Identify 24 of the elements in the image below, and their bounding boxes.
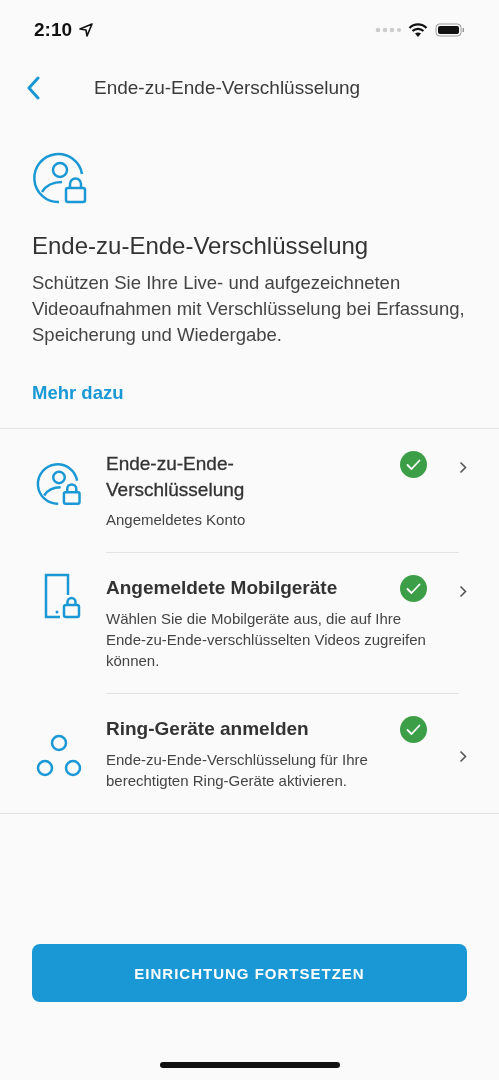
user-lock-icon: [32, 150, 88, 206]
battery-icon: [435, 23, 465, 37]
chevron-right-icon: [459, 585, 467, 598]
phone-lock-icon: [44, 573, 82, 619]
setup-step-item[interactable]: Angemeldete Mobilgeräte Wählen Sie die Mobilgeräte aus, die auf Ihre Ende-zu-Ende-verschlüsselten Videos zugreifen können.: [0, 553, 499, 694]
signal-icon: [375, 27, 401, 33]
step-title: Ende-zu-Ende-Verschlüsselung: [106, 452, 246, 502]
chevron-right-icon: [459, 461, 467, 474]
status-time: 2:10: [34, 19, 73, 41]
intro-heading: Ende-zu-Ende-Verschlüsselung: [32, 232, 369, 260]
chevron-right-icon: [459, 750, 467, 763]
step-title: Angemeldete Mobilgeräte: [106, 576, 338, 600]
setup-step-item[interactable]: Ring-Geräte anmelden Ende-zu-Ende-Verschlüsselung für Ihre berechtigten Ring-Geräte aktivieren.: [0, 694, 499, 813]
step-description: Ende-zu-Ende-Verschlüsselung für Ihre berechtigten Ring-Geräte aktivieren.: [106, 750, 369, 791]
location-arrow-icon: [79, 23, 94, 37]
step-title: Ring-Geräte anmelden: [106, 717, 309, 741]
wifi-icon: [408, 22, 428, 38]
step-description: Angemeldetes Konto: [106, 510, 247, 530]
three-circles-icon: [36, 734, 82, 778]
step-description: Wählen Sie die Mobilgeräte aus, die auf Ihre Ende-zu-Ende-verschlüsselten Videos zugreifen können.: [106, 609, 427, 671]
user-lock-icon: [36, 461, 82, 507]
intro-text: Schützen Sie Ihre Live- und aufgezeichneten Videoaufnahmen mit Verschlüsselung bei Erfassung, Speicherung und Wiedergabe.: [32, 271, 466, 347]
screen-title: Ende-zu-Ende-Verschlüsselung: [94, 77, 361, 99]
setup-step-item[interactable]: Ende-zu-Ende-Verschlüsselung Angemeldetes Konto: [0, 429, 499, 553]
